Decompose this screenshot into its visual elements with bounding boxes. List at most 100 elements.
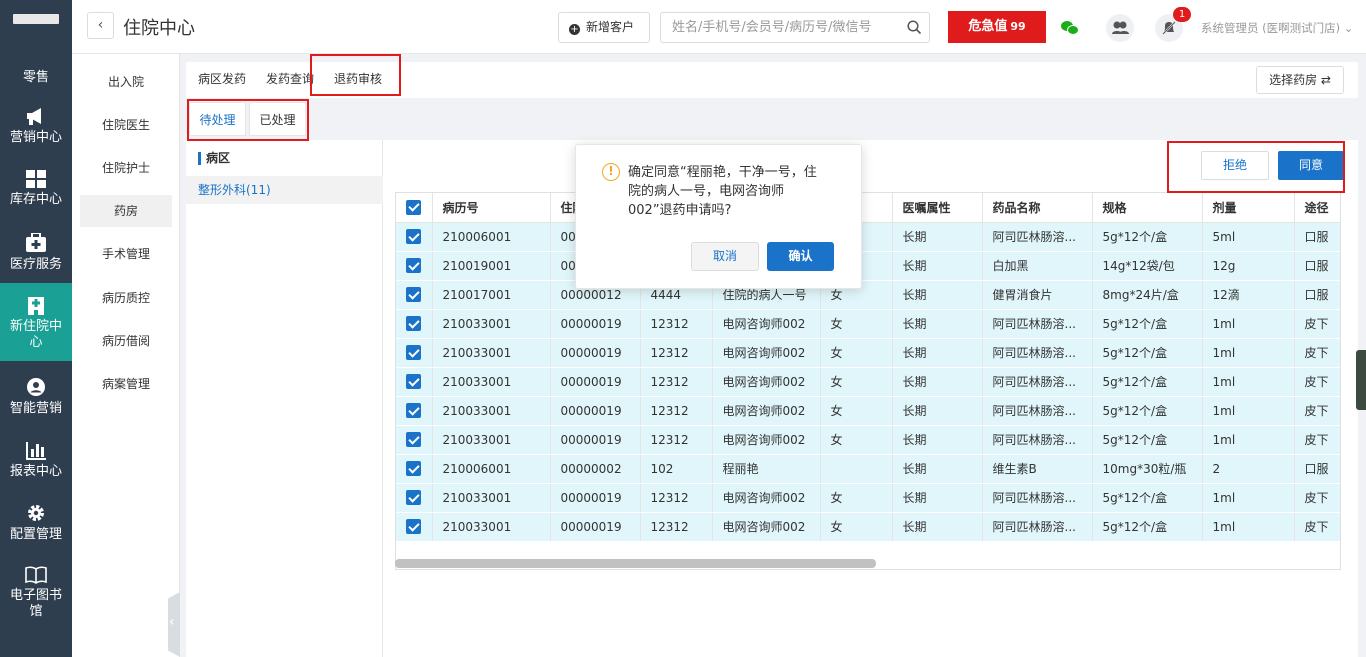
row-checkbox[interactable] [396,280,433,310]
nav-item-reports[interactable]: 报表中心 [0,440,72,486]
cell-route: 皮下 [1294,367,1340,397]
subnav-item-record-qc[interactable]: 病历质控 [80,282,172,314]
cell-admission-no: 00000019 [550,338,641,368]
subnav-item-pharmacy[interactable]: 药房 [80,195,172,227]
cell-spec: 8mg*24片/盒 [1092,280,1203,310]
dialog-message: 确定同意“程丽艳，干净一号，住 院的病人一号，电网咨询师 002”退药申请吗? [628,165,817,218]
nav-item-inpatient-center[interactable]: 新住院中心 [0,283,72,361]
nav-item-inventory[interactable]: 库存中心 [0,170,72,216]
collapse-sidebar-handle[interactable]: ‹ [168,592,180,657]
cell-spec: 14g*12袋/包 [1092,251,1203,281]
cell-record-no: 210006001 [432,222,551,252]
subnav-item-case-mgmt[interactable]: 病案管理 [80,368,172,400]
row-checkbox[interactable] [396,454,433,484]
row-checkbox[interactable] [396,309,433,339]
row-checkbox[interactable] [396,251,433,281]
col-spec: 规格 [1092,193,1203,223]
add-customer-label: 新增客户 [586,20,635,34]
add-customer-button[interactable]: + 新增客户 [558,12,650,43]
table-row[interactable]: 210006001 00000002 102 程丽艳 长期 维生素B 10mg*30粒/瓶 2… [396,454,1340,484]
subnav-item-nurse[interactable]: 住院护士 [80,152,172,184]
tab-dispense-query[interactable]: 发药查询 [266,70,314,87]
ward-item[interactable]: 整形外科(11) [186,176,383,204]
select-pharmacy-button[interactable]: 选择药房 ⇄ [1256,66,1344,94]
table-row[interactable]: 210033001 00000019 12312 电网咨询师002 女长期 阿司匹林肠溶.… [396,338,1340,368]
critical-label: 危急值 [968,19,1008,34]
table-header-row: 病历号 住院号 床号 姓名 性别 医嘱属性 药品名称 规格 剂量 途径 [396,193,1340,223]
main-sidebar: 零售 营销中心 库存中心 医疗服务 新住院中心 智能营销 报表中心 配置管理 电… [0,0,72,657]
table-row[interactable]: 210033001 00000019 12312 电网咨询师002 女长期 阿司匹林肠溶.… [396,512,1340,542]
cell-drug-name: 阿司匹林肠溶... [982,483,1093,513]
wechat-icon[interactable] [1056,14,1084,42]
cell-order-type: 长期 [892,454,983,484]
row-checkbox[interactable] [396,367,433,397]
cell-record-no: 210033001 [432,309,551,339]
cell-gender: 女 [820,367,893,397]
search-icon[interactable] [907,20,922,35]
row-checkbox[interactable] [396,222,433,252]
row-checkbox[interactable] [396,338,433,368]
nav-item-marketing[interactable]: 营销中心 [0,106,72,152]
hospital-icon [28,297,44,315]
cell-order-type: 长期 [892,251,983,281]
tab-ward-dispense[interactable]: 病区发药 [198,70,246,87]
nav-item-config[interactable]: 配置管理 [0,503,72,549]
cell-record-no: 210006001 [432,454,551,484]
nav-item-medical-service[interactable]: 医疗服务 [0,233,72,279]
subnav-item-admission[interactable]: 出入院 [80,66,172,98]
page-title: 住院中心 [123,18,195,39]
book-icon [25,566,47,584]
table-row[interactable]: 210033001 00000019 12312 电网咨询师002 女长期 阿司匹林肠溶.… [396,309,1340,339]
subnav-item-record-borrow[interactable]: 病历借阅 [80,325,172,357]
col-order-type: 医嘱属性 [892,193,983,223]
back-button[interactable]: ‹ [87,12,114,39]
select-all-checkbox[interactable] [396,193,433,223]
megaphone-icon [27,108,41,125]
horizontal-scrollbar[interactable] [395,559,876,568]
cell-gender: 女 [820,512,893,542]
cell-dose: 12滴 [1202,280,1295,310]
table-row[interactable]: 210017001 00000012 4444 住院的病人一号女长期 健胃消食片 8mg*… [396,280,1340,310]
return-request-table: 病历号 住院号 床号 姓名 性别 医嘱属性 药品名称 规格 剂量 途径 2100… [395,192,1341,570]
cell-name: 电网咨询师002 [712,425,821,455]
nav-item-retail[interactable]: 零售 [0,62,72,94]
logo [13,14,59,24]
side-widget-handle[interactable] [1356,350,1366,410]
cell-record-no: 210019001 [432,251,551,281]
cell-admission-no: 00000002 [550,454,641,484]
dialog-confirm-button[interactable]: 确认 [767,242,834,271]
table-row[interactable]: 21000600100000002102程丽艳长期阿司匹林肠溶...5g*12个… [396,222,1340,252]
table-row[interactable]: 210033001 00000019 12312 电网咨询师002 女长期 阿司匹林肠溶.… [396,367,1340,397]
highlight-status-tabs [187,99,309,141]
nav-item-e-library[interactable]: 电子图书馆 [0,566,72,626]
chevron-left-icon: ‹ [97,17,104,33]
subnav-item-doctor[interactable]: 住院医生 [80,109,172,141]
table-row[interactable]: 2100190010000001112干净一号女长期白加黑14g*12袋/包12… [396,251,1340,281]
cell-spec: 5g*12个/盒 [1092,483,1203,513]
nav-item-smart-marketing[interactable]: 智能营销 [0,377,72,423]
row-checkbox[interactable] [396,425,433,455]
cell-bed-no: 12312 [640,338,713,368]
table-row[interactable]: 210033001 00000019 12312 电网咨询师002 女长期 阿司匹林肠溶.… [396,396,1340,426]
row-checkbox[interactable] [396,396,433,426]
row-checkbox[interactable] [396,512,433,542]
sub-sidebar: 出入院 住院医生 住院护士 药房 手术管理 病历质控 病历借阅 病案管理 [72,54,180,657]
cell-spec: 10mg*30粒/瓶 [1092,454,1203,484]
nav-label: 报表中心 [9,464,62,479]
cell-gender [820,454,893,484]
table-row[interactable]: 210033001 00000019 12312 电网咨询师002 女长期 阿司匹林肠溶.… [396,483,1340,513]
cell-name: 程丽艳 [712,454,821,484]
critical-count: 99 [1010,20,1026,33]
cell-dose: 1ml [1202,396,1295,426]
critical-value-button[interactable]: 危急值 99 [948,11,1046,43]
user-menu[interactable]: 系统管理员 (医啊测试门店) ⌄ [1201,20,1353,36]
subnav-item-surgery[interactable]: 手术管理 [80,238,172,270]
team-icon[interactable] [1106,14,1134,42]
cell-admission-no: 00000019 [550,425,641,455]
row-checkbox[interactable] [396,483,433,513]
search-input[interactable] [660,12,930,43]
dialog-cancel-button[interactable]: 取消 [691,242,759,271]
cell-admission-no: 00000019 [550,367,641,397]
cell-name: 电网咨询师002 [712,367,821,397]
table-row[interactable]: 210033001 00000019 12312 电网咨询师002 女长期 阿司匹林肠溶.… [396,425,1340,455]
